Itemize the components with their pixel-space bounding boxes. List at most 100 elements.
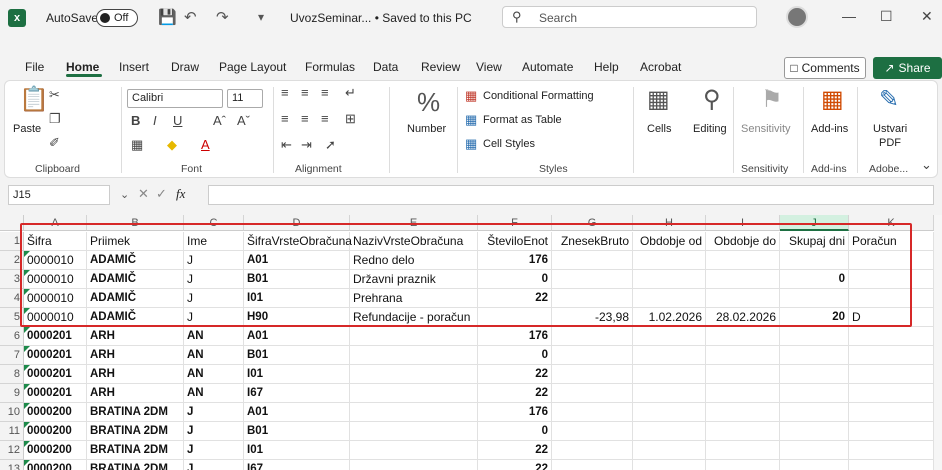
row-header[interactable]: 5 [0, 308, 24, 327]
merge-center-icon[interactable]: ⊞ [345, 111, 356, 127]
align-right-icon[interactable]: ≡ [321, 111, 329, 126]
table-cell[interactable] [849, 251, 934, 270]
table-cell[interactable]: ADAMIČ [87, 270, 184, 289]
format-as-table-button[interactable]: Format as Table [483, 114, 562, 126]
column-header-c[interactable]: C [184, 215, 244, 231]
table-cell[interactable]: ADAMIČ [87, 308, 184, 327]
table-cell[interactable]: 22 [478, 384, 552, 403]
column-header-a[interactable]: A [24, 215, 87, 231]
table-cell[interactable] [780, 441, 849, 460]
table-cell[interactable] [706, 441, 780, 460]
tab-page-layout[interactable]: Page Layout [219, 60, 286, 74]
minimize-icon[interactable]: — [842, 8, 856, 24]
table-cell[interactable]: Poračun [849, 232, 934, 251]
table-cell[interactable] [849, 327, 934, 346]
table-cell[interactable]: 0000201 [24, 327, 87, 346]
table-cell[interactable]: Obdobje od [633, 232, 706, 251]
table-cell[interactable]: Šifra [24, 232, 87, 251]
editing-button[interactable]: Editing [693, 123, 727, 135]
sensitivity-button[interactable]: Sensitivity [741, 123, 791, 135]
table-cell[interactable]: BRATINA 2DM [87, 403, 184, 422]
tab-home[interactable]: Home [66, 60, 99, 74]
row-header[interactable]: 11 [0, 422, 24, 441]
table-cell[interactable]: Skupaj dni [780, 232, 849, 251]
create-pdf-line1[interactable]: Ustvari [873, 123, 907, 135]
cancel-icon[interactable]: ✕ [138, 186, 149, 202]
table-cell[interactable]: BRATINA 2DM [87, 441, 184, 460]
table-cell[interactable] [350, 365, 478, 384]
column-header-g[interactable]: G [552, 215, 633, 231]
table-cell[interactable] [849, 441, 934, 460]
tab-acrobat[interactable]: Acrobat [640, 60, 681, 74]
tab-file[interactable]: File [25, 60, 44, 74]
table-cell[interactable] [633, 441, 706, 460]
table-cell[interactable]: BRATINA 2DM [87, 460, 184, 470]
table-cell[interactable] [350, 403, 478, 422]
font-name-dropdown[interactable]: Calibri [127, 89, 223, 108]
cut-icon[interactable]: ✂ [49, 87, 60, 103]
table-cell[interactable]: Obdobje do [706, 232, 780, 251]
fill-color-icon[interactable]: ◆ [167, 137, 177, 153]
table-cell[interactable] [552, 441, 633, 460]
table-cell[interactable]: ARH [87, 327, 184, 346]
table-cell[interactable] [849, 403, 934, 422]
row-header[interactable]: 10 [0, 403, 24, 422]
table-cell[interactable] [552, 365, 633, 384]
table-cell[interactable]: ARH [87, 365, 184, 384]
increase-font-icon[interactable]: Aˆ [213, 113, 226, 128]
name-box[interactable]: J15 [8, 185, 110, 205]
table-cell[interactable]: 0 [478, 422, 552, 441]
table-cell[interactable]: J [184, 289, 244, 308]
column-header-b[interactable]: B [87, 215, 184, 231]
table-cell[interactable] [706, 289, 780, 308]
table-cell[interactable]: ARH [87, 384, 184, 403]
table-cell[interactable]: Državni praznik [350, 270, 478, 289]
tab-review[interactable]: Review [421, 60, 460, 74]
table-cell[interactable]: A01 [244, 327, 350, 346]
vertical-scrollbar[interactable] [934, 215, 942, 470]
table-cell[interactable]: J [184, 441, 244, 460]
column-header-i[interactable]: I [706, 215, 780, 231]
paste-button[interactable]: Paste [13, 123, 41, 135]
table-cell[interactable]: Priimek [87, 232, 184, 251]
table-cell[interactable]: ŠifraVrsteObračuna [244, 232, 352, 251]
table-cell[interactable] [350, 384, 478, 403]
table-cell[interactable] [633, 384, 706, 403]
table-cell[interactable] [706, 346, 780, 365]
tab-insert[interactable]: Insert [119, 60, 149, 74]
table-cell[interactable]: ADAMIČ [87, 251, 184, 270]
table-cell[interactable] [350, 460, 478, 470]
table-cell[interactable]: 0000200 [24, 422, 87, 441]
table-cell[interactable] [552, 422, 633, 441]
table-cell[interactable]: 22 [478, 365, 552, 384]
table-cell[interactable] [633, 289, 706, 308]
align-middle-icon[interactable]: ≡ [301, 85, 309, 100]
table-cell[interactable]: 1.02.2026 [633, 308, 706, 327]
table-cell[interactable]: A01 [244, 403, 350, 422]
table-cell[interactable] [633, 422, 706, 441]
column-header-f[interactable]: F [478, 215, 552, 231]
table-cell[interactable]: 0000010 [24, 289, 87, 308]
redo-icon[interactable]: ↷ [216, 8, 229, 26]
table-cell[interactable]: B01 [244, 270, 350, 289]
align-center-icon[interactable]: ≡ [301, 111, 309, 126]
table-cell[interactable] [633, 365, 706, 384]
addins-button[interactable]: Add-ins [811, 123, 848, 135]
table-cell[interactable]: J [184, 422, 244, 441]
table-cell[interactable] [350, 422, 478, 441]
borders-icon[interactable]: ▦ [131, 137, 143, 153]
orientation-icon[interactable]: ➚ [325, 137, 336, 153]
table-cell[interactable]: 176 [478, 251, 552, 270]
autosave-toggle[interactable]: Off [96, 9, 138, 27]
table-cell[interactable]: 176 [478, 403, 552, 422]
align-bottom-icon[interactable]: ≡ [321, 85, 329, 100]
table-cell[interactable] [706, 327, 780, 346]
table-cell[interactable]: Refundacije - poračun [350, 308, 478, 327]
cells-button[interactable]: Cells [647, 123, 671, 135]
table-cell[interactable] [633, 251, 706, 270]
table-cell[interactable] [780, 289, 849, 308]
table-cell[interactable]: 0 [478, 346, 552, 365]
table-cell[interactable] [849, 422, 934, 441]
table-cell[interactable]: AN [184, 346, 244, 365]
tab-help[interactable]: Help [594, 60, 619, 74]
